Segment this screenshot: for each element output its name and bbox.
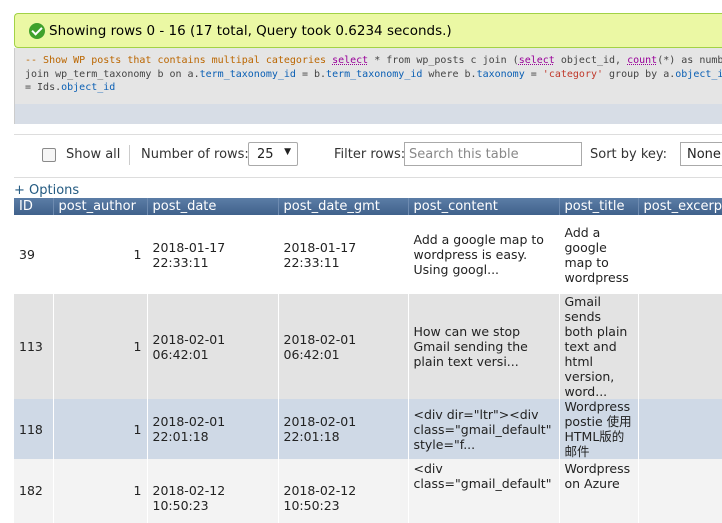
divider	[129, 145, 130, 165]
cell-post-excerpt	[638, 215, 722, 294]
table-row[interactable]: 113 1 2018-02-01 06:42:01 2018-02-01 06:…	[14, 294, 722, 399]
chevron-down-icon: ▼	[284, 147, 291, 157]
sql-line-1: -- Show WP posts that contains multipal …	[25, 55, 722, 66]
cell-id: 118	[14, 399, 54, 459]
column-header-post-excerpt[interactable]: post_excerpt	[638, 198, 722, 215]
success-message: Showing rows 0 - 16 (17 total, Query too…	[14, 13, 722, 48]
cell-post-content: <div dir="ltr"><div class="gmail_default…	[408, 399, 560, 459]
cell-id: 113	[14, 294, 54, 399]
cell-post-author: 1	[53, 294, 148, 399]
cell-post-date: 2018-01-17 22:33:11	[147, 215, 279, 294]
column-header-post-date[interactable]: post_date	[147, 198, 279, 215]
sql-line-2: join wp_term_taxonomy b on a.term_taxono…	[25, 68, 722, 80]
cell-post-content: How can we stop Gmail sending the plain …	[408, 294, 560, 399]
sql-query-box: -- Show WP posts that contains multipal …	[14, 48, 722, 104]
cell-post-date: 2018-02-01 22:01:18	[147, 399, 279, 459]
cell-post-title: Wordpress postie 使用HTML版的邮件	[559, 399, 639, 459]
sort-label: Sort by key:	[590, 147, 668, 162]
table-row[interactable]: 118 1 2018-02-01 22:01:18 2018-02-01 22:…	[14, 399, 722, 459]
cell-post-author: 1	[53, 399, 148, 459]
options-link[interactable]: + Options	[14, 183, 79, 198]
column-header-post-content[interactable]: post_content	[408, 198, 560, 215]
sort-key-select[interactable]: None	[680, 142, 722, 166]
table-header-row: ID post_author post_date post_date_gmt p…	[14, 198, 722, 215]
show-all-label[interactable]: Show all	[66, 147, 120, 162]
cell-post-excerpt	[638, 399, 722, 459]
cell-id: 182	[14, 459, 54, 523]
show-all-checkbox[interactable]	[42, 148, 56, 162]
cell-post-title: Add a google map to wordpress	[559, 215, 639, 294]
rows-label: Number of rows:	[141, 147, 249, 162]
cell-id: 39	[14, 215, 54, 294]
sql-line-3: = Ids.object_id	[25, 82, 116, 93]
table-row[interactable]: 182 1 2018-02-12 10:50:23 2018-02-12 10:…	[14, 459, 722, 523]
cell-post-date-gmt: 2018-02-01 06:42:01	[278, 294, 409, 399]
cell-post-title: Wordpress on Azure	[559, 459, 639, 523]
cell-post-excerpt	[638, 294, 722, 399]
sort-key-value: None	[687, 147, 721, 162]
table-row[interactable]: 39 1 2018-01-17 22:33:11 2018-01-17 22:3…	[14, 215, 722, 294]
cell-post-date: 2018-02-01 06:42:01	[147, 294, 279, 399]
success-text: Showing rows 0 - 16 (17 total, Query too…	[49, 23, 452, 39]
cell-post-date: 2018-02-12 10:50:23	[147, 459, 279, 523]
column-header-post-author[interactable]: post_author	[53, 198, 148, 215]
column-header-post-title[interactable]: post_title	[559, 198, 639, 215]
sql-query-text: -- Show WP posts that contains multipal …	[25, 54, 722, 95]
success-check-icon	[29, 23, 45, 39]
cell-post-content: <div class="gmail_default"	[408, 459, 560, 523]
sql-query-toolbar	[14, 104, 722, 124]
cell-post-author: 1	[53, 459, 148, 523]
filter-label: Filter rows:	[334, 147, 406, 162]
cell-post-author: 1	[53, 215, 148, 294]
cell-post-date-gmt: 2018-02-01 22:01:18	[278, 399, 409, 459]
table-navigation-bar: Show all Number of rows: 25 ▼ Filter row…	[14, 134, 722, 178]
column-header-post-date-gmt[interactable]: post_date_gmt	[278, 198, 409, 215]
cell-post-content: Add a google map to wordpress is easy. U…	[408, 215, 560, 294]
rows-select[interactable]: 25 ▼	[248, 142, 298, 166]
cell-post-title: Gmail sends both plain text and html ver…	[559, 294, 639, 399]
rows-select-value: 25	[257, 147, 274, 162]
cell-post-date-gmt: 2018-02-12 10:50:23	[278, 459, 409, 523]
results-table: ID post_author post_date post_date_gmt p…	[14, 198, 722, 523]
column-header-id[interactable]: ID	[14, 198, 54, 215]
filter-rows-input[interactable]	[404, 142, 582, 166]
cell-post-date-gmt: 2018-01-17 22:33:11	[278, 215, 409, 294]
cell-post-excerpt	[638, 459, 722, 523]
